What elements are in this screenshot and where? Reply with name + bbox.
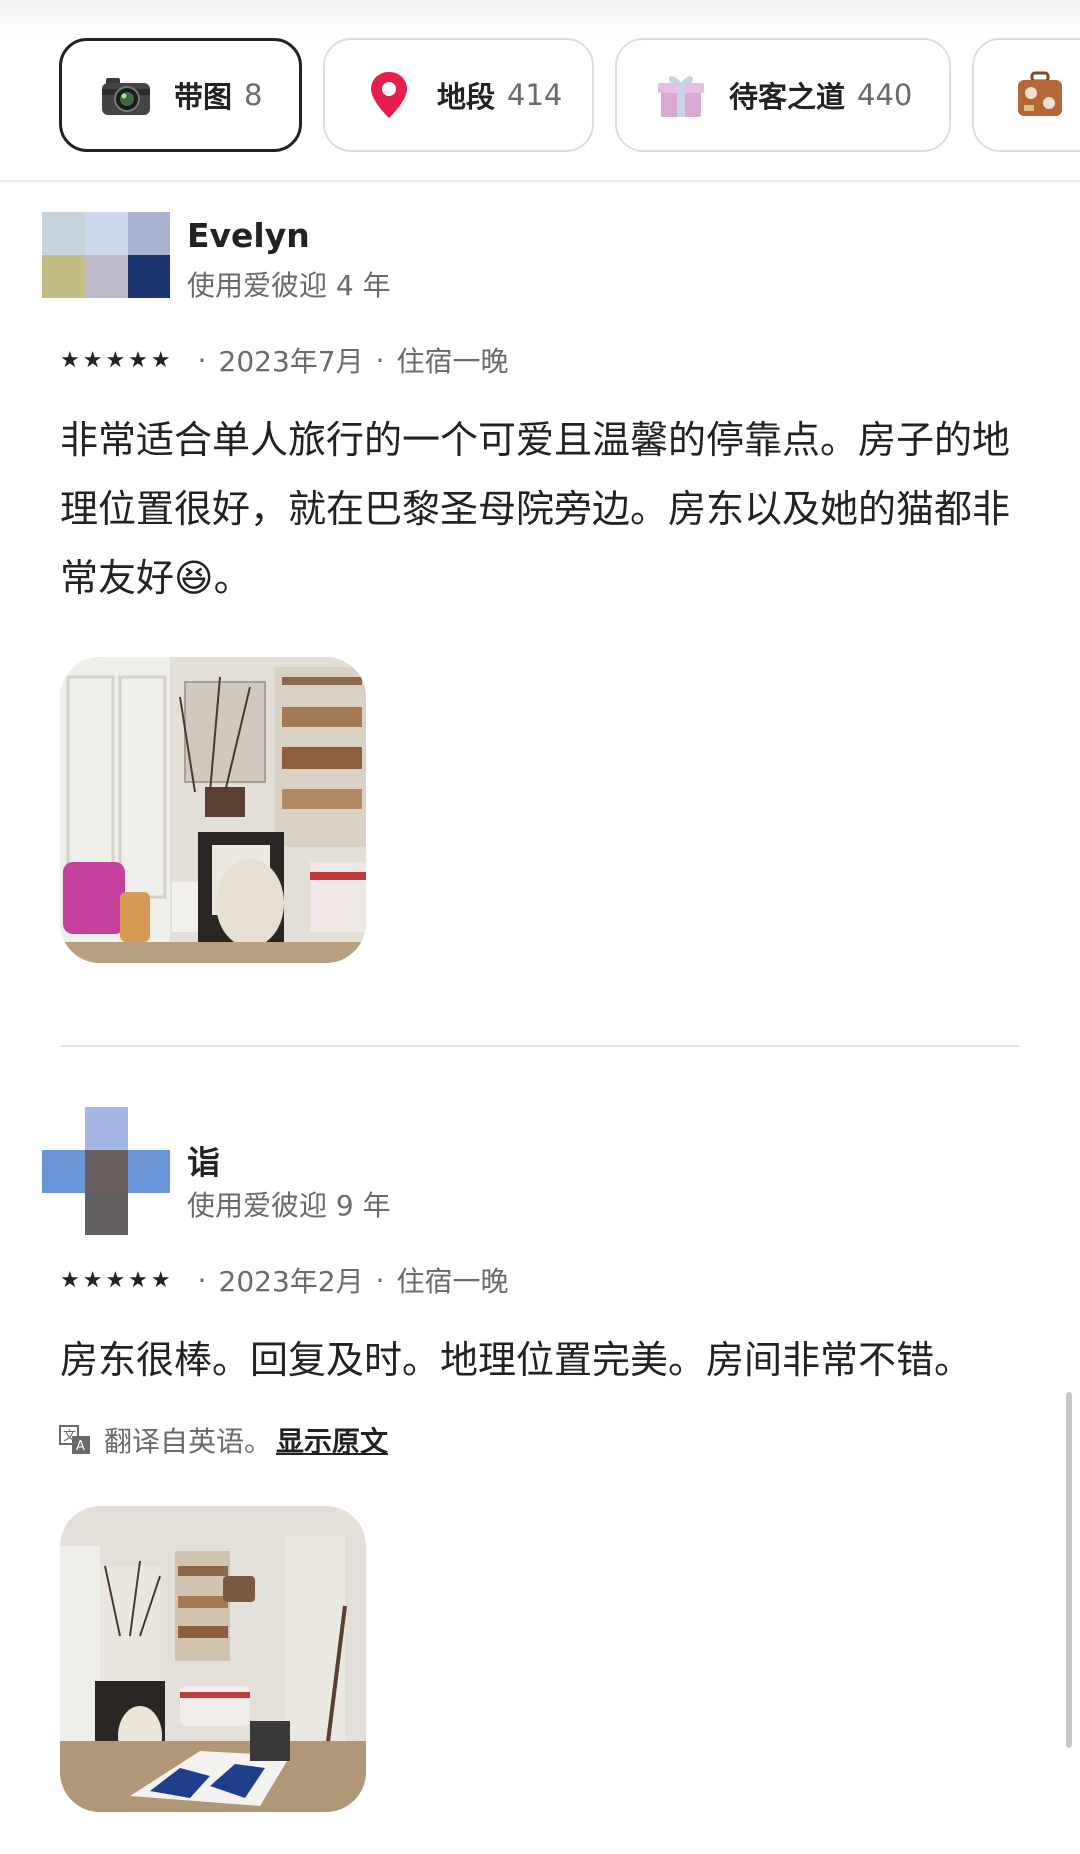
reviewer-tenure: 使用爱彼迎 9 年	[187, 1189, 391, 1222]
review-photo[interactable]	[60, 657, 366, 963]
review-date: 2023年7月	[218, 345, 364, 378]
translate-icon: 文 A	[58, 1423, 92, 1457]
reviewer-name[interactable]: Evelyn	[187, 216, 310, 255]
reviewer-name[interactable]: 诣	[187, 1136, 220, 1184]
meta-separator: ·	[375, 1263, 385, 1297]
filter-divider	[0, 180, 1080, 182]
review-divider	[60, 1045, 1020, 1047]
stay-length: 住宿一晚	[396, 345, 509, 378]
review-meta: ★★★★★ · 2023年7月 · 住宿一晚	[60, 340, 509, 380]
review-filter-chips: 带图 8 地段 414 待客之道 440	[0, 36, 1080, 182]
filter-chip-count: 8	[244, 78, 263, 112]
location-pin-icon	[363, 69, 415, 121]
avatar[interactable]	[42, 212, 170, 298]
camera-icon	[100, 69, 152, 121]
review-text: 房东很棒。回复及时。地理位置完美。房间非常不错。	[60, 1338, 973, 1382]
filter-chip-hospitality[interactable]: 待客之道 440	[615, 38, 951, 152]
review-photo[interactable]	[60, 1506, 366, 1812]
top-shade	[0, 0, 1080, 36]
svg-text:A: A	[76, 1439, 85, 1454]
meta-separator: ·	[197, 1263, 207, 1297]
filter-chip-label: 待客之道	[729, 80, 846, 114]
filter-chip-count: 414	[507, 78, 563, 112]
five-star-rating-icon: ★★★★★	[60, 1267, 174, 1293]
meta-separator: ·	[197, 343, 207, 377]
stay-length: 住宿一晚	[396, 1265, 509, 1298]
translation-note: 文 A 翻译自英语。 显示原文	[58, 1420, 388, 1460]
avatar[interactable]	[42, 1107, 170, 1235]
filter-chip-count: 440	[857, 78, 913, 112]
filter-chip-partial[interactable]	[972, 38, 1080, 152]
scrollbar[interactable]	[1066, 1392, 1072, 1748]
meta-separator: ·	[375, 343, 385, 377]
review-text: 非常适合单人旅行的一个可爱且温馨的停靠点。房子的地理位置很好，就在巴黎圣母院旁边…	[60, 418, 1011, 600]
filter-chip-photos[interactable]: 带图 8	[59, 38, 302, 152]
translation-source-text: 翻译自英语。	[104, 1425, 273, 1458]
filter-chip-label: 地段	[437, 80, 496, 114]
gift-icon	[655, 69, 707, 121]
review-meta: ★★★★★ · 2023年2月 · 住宿一晚	[60, 1260, 509, 1300]
show-original-link[interactable]: 显示原文	[276, 1420, 388, 1460]
reviewer-tenure: 使用爱彼迎 4 年	[187, 269, 391, 302]
filter-chip-label: 带图	[174, 80, 233, 114]
filter-chip-location[interactable]: 地段 414	[323, 38, 594, 152]
suitcase-icon	[1014, 69, 1066, 121]
review-date: 2023年2月	[218, 1265, 364, 1298]
five-star-rating-icon: ★★★★★	[60, 347, 174, 373]
